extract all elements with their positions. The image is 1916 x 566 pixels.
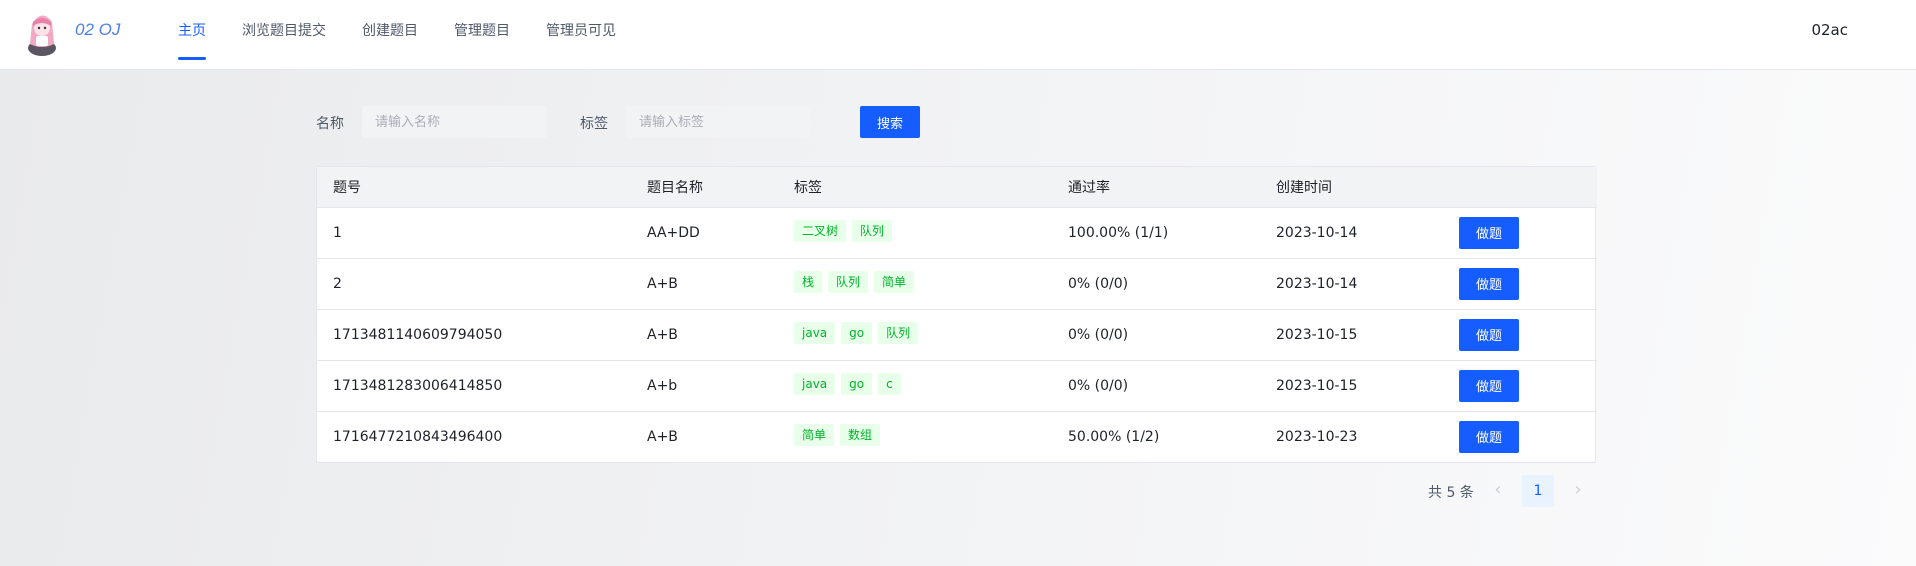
do-question-button[interactable]: 做题: [1459, 216, 1519, 249]
question-tags: java go c: [778, 360, 1052, 412]
tag: go: [841, 321, 873, 344]
table-row: 1 AA+DD 二叉树 队列 100.00% (1/1) 2023-10-14 做…: [317, 207, 1597, 259]
question-tags: 二叉树 队列: [778, 207, 1052, 259]
column-header-tags: 标签: [778, 167, 1052, 208]
created-date: 2023-10-15: [1260, 360, 1443, 412]
column-header-id: 题号: [317, 167, 631, 208]
tag: 数组: [840, 423, 881, 446]
name-search-input[interactable]: [362, 106, 547, 138]
question-name: A+B: [631, 258, 778, 310]
tag: 简单: [874, 270, 915, 293]
action-cell: 做题: [1443, 411, 1597, 462]
do-question-button[interactable]: 做题: [1459, 369, 1519, 402]
do-question-button[interactable]: 做题: [1459, 267, 1519, 300]
question-tags: 栈队列 简单: [778, 258, 1052, 310]
chevron-left-icon[interactable]: ‹: [1482, 475, 1514, 507]
pass-rate: 50.00% (1/2): [1068, 428, 1160, 445]
table-row: 1713481140609794050 A+B java go 队列 0% (0/0…: [317, 309, 1597, 361]
action-cell: 做题: [1443, 309, 1597, 361]
pagination-page-1[interactable]: 1: [1522, 475, 1554, 507]
do-question-button[interactable]: 做题: [1459, 318, 1519, 351]
tag: 栈: [794, 270, 823, 293]
tag: 简单: [794, 423, 835, 446]
tag: java: [794, 372, 836, 395]
tag-label: 标签: [580, 116, 608, 132]
table-row: 1716477210843496400 A+B 简单 数组 50.00% (1/2…: [317, 411, 1597, 462]
column-header-pass-rate: 通过率: [1052, 167, 1260, 208]
user-name[interactable]: 02ac: [1811, 21, 1848, 39]
table-row: 1713481283006414850 A+b java go c 0% (0/0)…: [317, 360, 1597, 412]
action-cell: 做题: [1443, 360, 1597, 412]
tag: 队列: [828, 270, 869, 293]
question-name: A+B: [631, 309, 778, 361]
table-row: 2 A+B 栈队列 简单 0% (0/0) 2023-10-14 做题: [317, 258, 1597, 310]
pass-rate: 0% (0/0): [1052, 258, 1260, 310]
action-cell: 做题: [1443, 207, 1597, 259]
pass-rate: 100.00% (1/1): [1052, 207, 1260, 259]
pagination-total: 共 5 条: [1428, 485, 1474, 501]
search-button[interactable]: 搜索: [860, 106, 920, 138]
action-cell: 做题: [1443, 258, 1597, 310]
do-question-button[interactable]: 做题: [1459, 420, 1519, 453]
question-id: 1716477210843496400: [333, 428, 503, 445]
logo-avatar-icon[interactable]: [24, 10, 60, 58]
main-nav: 主页 浏览题目提交 创建题目 管理题目 管理员可见: [178, 0, 652, 70]
question-id: 1713481140609794050: [317, 309, 631, 361]
tag: 二叉树: [794, 219, 847, 242]
tag: 队列: [878, 321, 919, 344]
question-table: 题号 题目名称 标签 通过率 创建时间 1 AA+DD 二叉树 队列 100.00…: [316, 166, 1597, 463]
question-tags: 简单 数组: [778, 411, 1052, 462]
question-name: A+B: [647, 428, 678, 445]
nav-item-browse-submissions[interactable]: 浏览题目提交: [242, 0, 326, 70]
name-label: 名称: [316, 116, 344, 132]
pass-rate: 0% (0/0): [1052, 360, 1260, 412]
created-date: 2023-10-14: [1260, 258, 1443, 310]
logo-text[interactable]: 02 OJ: [75, 20, 120, 40]
tag: 队列: [852, 219, 893, 242]
created-date: 2023-10-15: [1260, 309, 1443, 361]
created-date: 2023-10-23: [1276, 428, 1358, 445]
question-id: 2: [317, 258, 631, 310]
column-header-name: 题目名称: [631, 167, 778, 208]
question-name: A+b: [631, 360, 778, 412]
column-header-created: 创建时间: [1260, 167, 1443, 208]
nav-item-create-question[interactable]: 创建题目: [362, 0, 418, 70]
question-id: 1: [317, 207, 631, 259]
question-name: AA+DD: [631, 207, 778, 259]
tag-search-input[interactable]: [626, 106, 811, 138]
pass-rate: 0% (0/0): [1052, 309, 1260, 361]
nav-item-manage-questions[interactable]: 管理题目: [454, 0, 510, 70]
column-header-action: [1443, 167, 1597, 208]
tag: java: [794, 321, 836, 344]
top-header: 02 OJ 主页 浏览题目提交 创建题目 管理题目 管理员可见 02ac: [0, 0, 1916, 70]
nav-item-home[interactable]: 主页: [178, 0, 206, 70]
nav-item-admin-only[interactable]: 管理员可见: [546, 0, 616, 70]
created-date: 2023-10-14: [1260, 207, 1443, 259]
question-id: 1713481283006414850: [317, 360, 631, 412]
tag: c: [878, 372, 901, 395]
table-header-row: 题号 题目名称 标签 通过率 创建时间: [317, 167, 1597, 208]
question-tags: java go 队列: [778, 309, 1052, 361]
chevron-right-icon[interactable]: ›: [1562, 475, 1594, 507]
tag: go: [841, 372, 873, 395]
